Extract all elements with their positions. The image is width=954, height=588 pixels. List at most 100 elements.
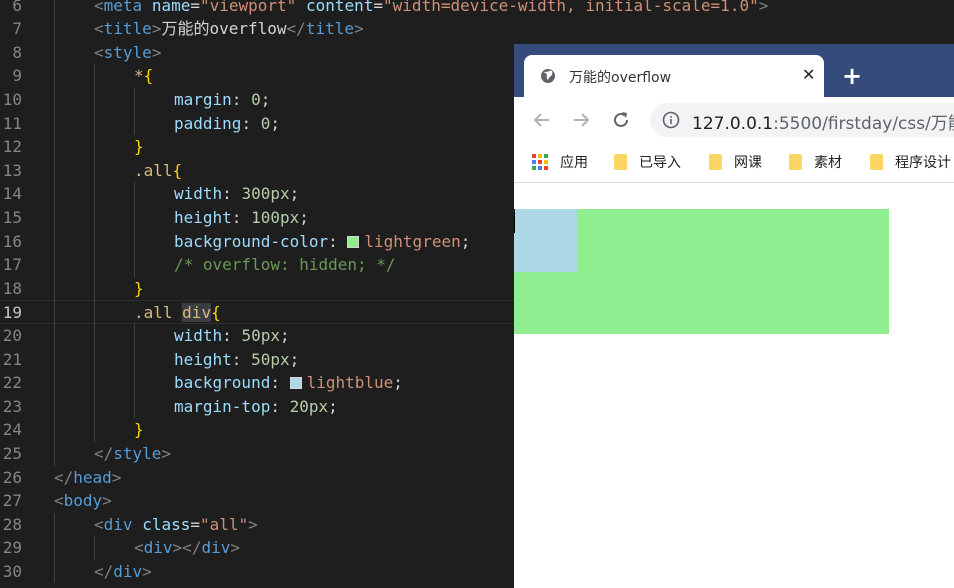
code-token: meta: [103, 0, 143, 15]
browser-window: 万能的overflow ✕ + 127.0.0.1:5500/firstday/…: [514, 44, 954, 588]
code-token: :: [241, 113, 261, 133]
line-number: 24: [2, 420, 22, 440]
code-token: "viewport": [199, 0, 297, 15]
address-bar[interactable]: 127.0.0.1:5500/firstday/css/万能: [650, 103, 954, 137]
bookmark-folder-programming[interactable]: 程序设计: [870, 152, 951, 172]
code-text: padding: 0;: [174, 112, 280, 136]
code-token: class: [142, 514, 191, 534]
browser-toolbar: 127.0.0.1:5500/firstday/css/万能: [514, 97, 954, 143]
indent-guide: [54, 512, 55, 584]
code-token: :: [328, 231, 348, 251]
browser-tab[interactable]: 万能的overflow ✕: [524, 55, 824, 97]
new-tab-button[interactable]: +: [842, 64, 862, 88]
info-icon[interactable]: [662, 111, 680, 129]
code-token: ;: [279, 325, 290, 345]
line-number: 15: [2, 207, 22, 227]
code-token: ;: [260, 89, 271, 109]
code-token: margin-top: [174, 396, 271, 416]
code-token: <: [94, 19, 104, 39]
code-token: :: [231, 349, 252, 369]
back-arrow-icon[interactable]: [531, 109, 553, 131]
code-token: >: [353, 19, 364, 39]
apps-grid-icon: [532, 154, 548, 170]
code-token: width: [174, 325, 223, 345]
line-number: 29: [2, 538, 22, 558]
page-viewport: [514, 183, 954, 588]
bookmark-label: 网课: [734, 155, 762, 171]
code-token: 0: [251, 89, 261, 109]
line-number: 9: [12, 66, 22, 86]
url-path: :5500/firstday/css/万能: [773, 114, 954, 134]
code-text: <body>: [54, 489, 112, 513]
code-text: width: 50px;: [174, 324, 290, 348]
color-swatch[interactable]: [347, 235, 360, 248]
code-token: height: [174, 207, 232, 227]
bookmark-label: 应用: [560, 155, 588, 171]
code-token: .all: [134, 160, 173, 180]
code-token: }: [134, 137, 144, 157]
code-token: >: [142, 561, 152, 581]
line-number: 20: [2, 325, 22, 345]
code-token: {: [143, 66, 154, 86]
code-token: lightgreen: [364, 231, 461, 251]
code-token: >: [161, 443, 172, 463]
code-token: ;: [270, 113, 280, 133]
code-token: </: [54, 467, 74, 487]
indent-guide: [134, 323, 135, 419]
line-number: 11: [2, 113, 22, 133]
close-tab-icon[interactable]: ✕: [802, 65, 815, 85]
line-number: 17: [2, 255, 22, 275]
code-token: div: [182, 303, 212, 323]
indent-guide: [94, 536, 95, 560]
code-token: <: [54, 491, 64, 511]
code-token: :: [222, 325, 242, 345]
bookmark-folder-courses[interactable]: 网课: [709, 152, 762, 172]
demo-inner-box: [514, 209, 577, 272]
code-line[interactable]: 7 <title>万能的overflow</title>: [0, 17, 954, 41]
code-token: div: [143, 538, 173, 558]
code-text: background: lightblue;: [174, 371, 403, 395]
url-host: 127.0.0.1: [692, 114, 774, 134]
indent-guide: [94, 64, 95, 442]
code-token: ></: [172, 538, 202, 558]
code-token: "width=device-width, initial-scale=1.0": [383, 0, 759, 15]
code-text: background-color: lightgreen;: [174, 230, 470, 254]
color-swatch[interactable]: [289, 377, 302, 390]
code-line[interactable]: 6 <meta name="viewport" content="width=de…: [0, 0, 954, 18]
code-token: </: [94, 443, 114, 463]
code-token: >: [102, 491, 112, 511]
code-token: >: [151, 42, 162, 62]
bookmarks-bar: 应用 已导入 网课 素材 程序设计: [514, 143, 954, 183]
code-text: </style>: [94, 442, 171, 466]
bookmark-apps[interactable]: 应用: [532, 152, 588, 172]
code-token: <: [94, 514, 104, 534]
code-token: title: [305, 19, 354, 39]
code-token: =: [190, 0, 200, 15]
reload-icon[interactable]: [610, 109, 632, 131]
code-token: padding: [174, 113, 242, 133]
folder-icon: [709, 154, 722, 170]
code-text: </div>: [94, 560, 152, 584]
code-token: 0: [260, 113, 271, 133]
line-number: 30: [2, 561, 22, 581]
line-number: 10: [2, 89, 22, 109]
code-token: style: [113, 443, 162, 463]
code-token: .all: [134, 303, 183, 323]
code-token: ;: [289, 349, 300, 369]
code-text: width: 300px;: [174, 182, 299, 206]
code-token: *: [134, 66, 144, 86]
code-token: ;: [328, 396, 338, 416]
bookmark-folder-imported[interactable]: 已导入: [614, 152, 681, 172]
url-text: 127.0.0.1:5500/firstday/css/万能: [692, 109, 954, 134]
code-token: =: [190, 514, 200, 534]
indent-guide: [134, 182, 135, 277]
code-token: background: [174, 373, 271, 393]
code-text: .all{: [134, 159, 182, 183]
bookmark-folder-materials[interactable]: 素材: [789, 152, 842, 172]
code-token: ;: [289, 184, 300, 204]
code-token: name: [151, 0, 191, 15]
forward-arrow-icon[interactable]: [570, 109, 592, 131]
code-token: margin: [174, 89, 232, 109]
